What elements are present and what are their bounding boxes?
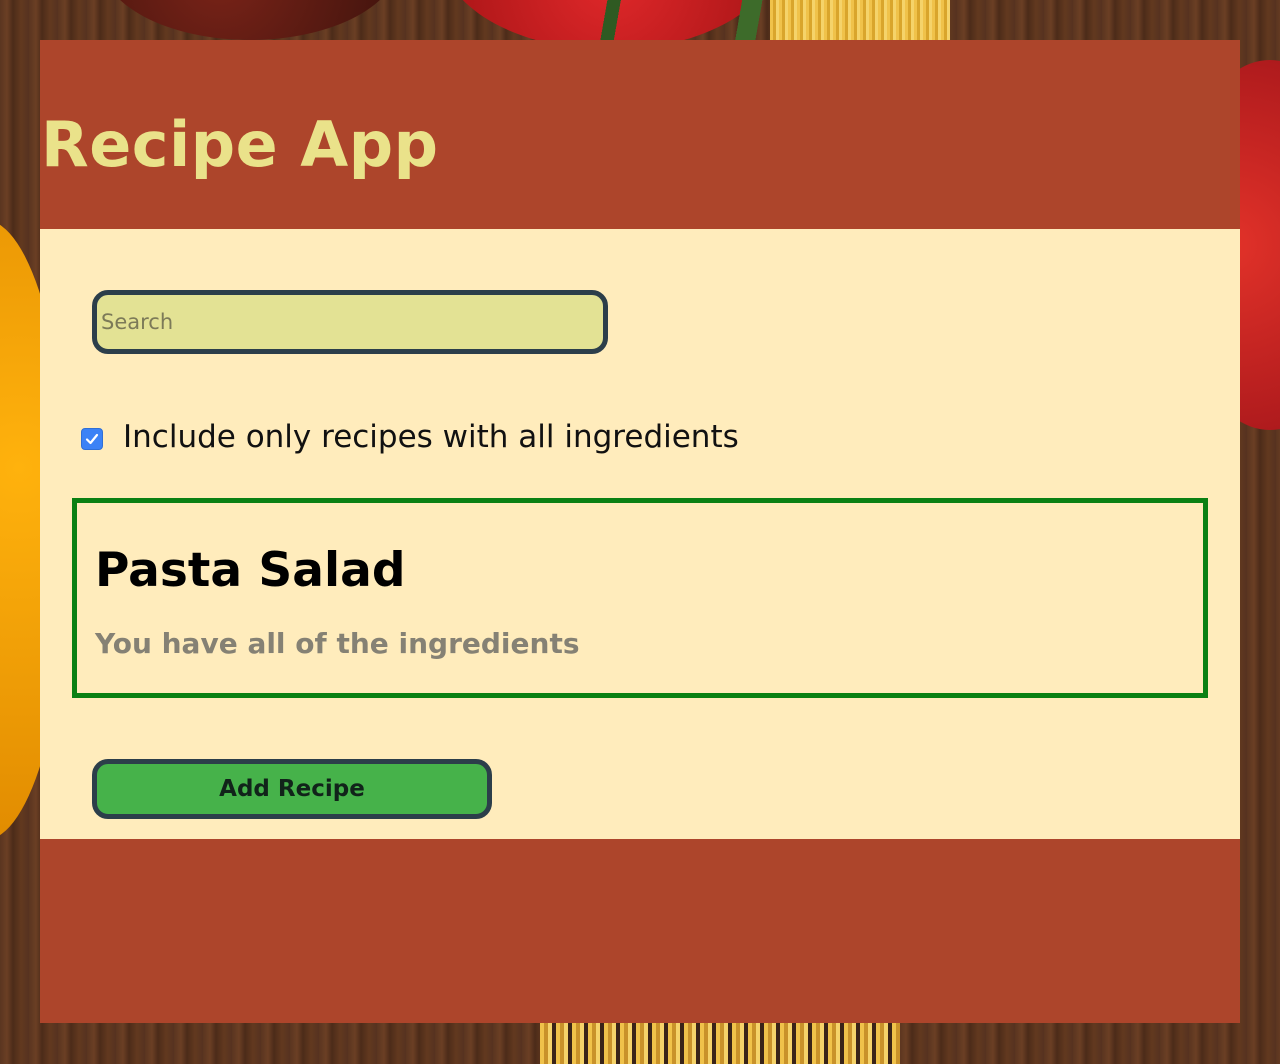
- footer: [40, 839, 1240, 1023]
- filter-label: Include only recipes with all ingredient…: [123, 419, 739, 455]
- pasta-decoration: [770, 0, 950, 40]
- recipe-name: Pasta Salad: [95, 543, 406, 598]
- checkmark-icon: [85, 433, 99, 445]
- search-input[interactable]: [92, 290, 608, 354]
- tomato-decoration: [100, 0, 400, 40]
- ingredients-filter[interactable]: Include only recipes with all ingredient…: [81, 419, 739, 455]
- header: Recipe App: [40, 40, 1240, 229]
- main-content: Include only recipes with all ingredient…: [40, 229, 1240, 839]
- recipe-ingredient-status: You have all of the ingredients: [95, 627, 580, 660]
- include-all-ingredients-checkbox[interactable]: [81, 428, 103, 450]
- recipe-card[interactable]: Pasta Salad You have all of the ingredie…: [72, 498, 1208, 698]
- pasta-decoration: [540, 1022, 900, 1064]
- add-recipe-button[interactable]: Add Recipe: [92, 759, 492, 819]
- app-panel: Recipe App Include only recipes with all…: [40, 40, 1240, 1023]
- page-title: Recipe App: [41, 108, 439, 181]
